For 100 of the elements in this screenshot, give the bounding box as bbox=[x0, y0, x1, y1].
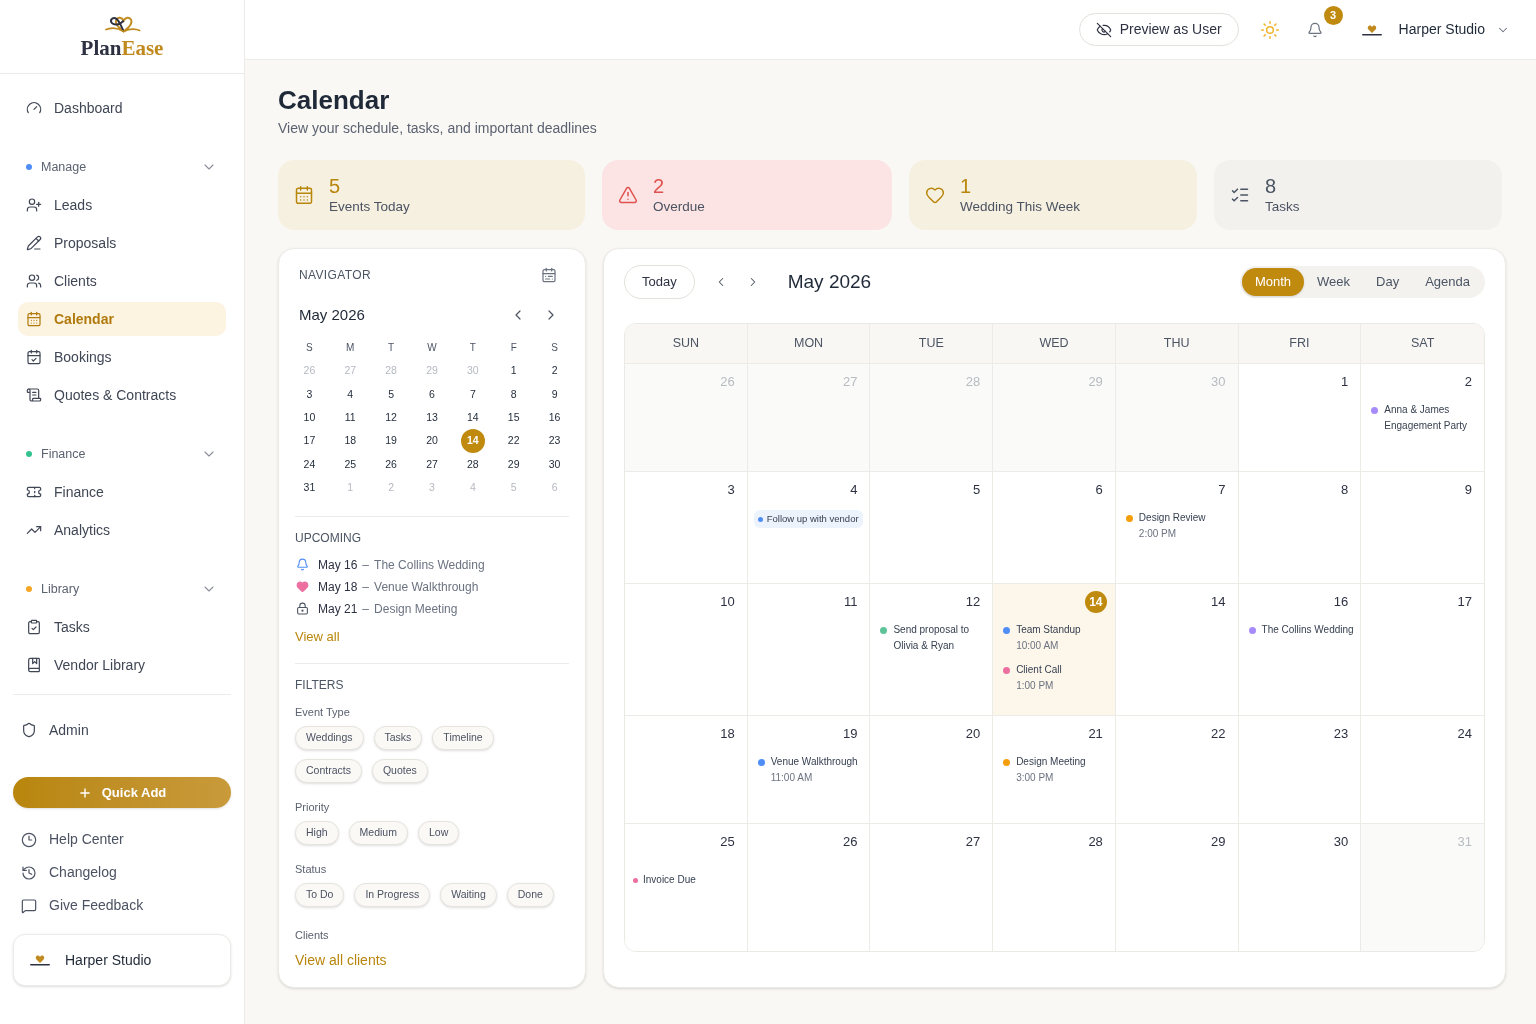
theme-toggle-button[interactable] bbox=[1259, 19, 1280, 40]
view-tab[interactable]: Agenda bbox=[1412, 268, 1483, 296]
calendar-day[interactable]: 27 bbox=[420, 452, 444, 477]
footer-link[interactable]: Give Feedback bbox=[13, 889, 231, 922]
event-title[interactable]: Design Meeting bbox=[1016, 754, 1086, 770]
calendar-day[interactable]: 29 bbox=[501, 452, 526, 477]
day-cell[interactable]: 14 Team Standup 10:00 AM Client Call 1:00 PM bbox=[993, 584, 1116, 716]
calendar-day[interactable]: 22 bbox=[501, 429, 526, 454]
event-chip[interactable]: Follow up with vendor bbox=[753, 510, 863, 528]
event-title[interactable]: Client Call bbox=[1016, 662, 1062, 678]
nav-item[interactable]: Dashboard bbox=[18, 91, 226, 125]
day-cell[interactable]: 20 bbox=[870, 716, 994, 824]
calendar-day[interactable]: 19 bbox=[379, 429, 404, 454]
day-cell[interactable]: 10 bbox=[625, 584, 748, 716]
day-cell[interactable]: 22 bbox=[1115, 716, 1239, 824]
day-cell[interactable]: 6 bbox=[993, 472, 1116, 584]
event-title[interactable]: Invoice Due bbox=[643, 872, 696, 888]
calendar-day[interactable]: 20 bbox=[420, 429, 444, 454]
day-cell[interactable]: 8 bbox=[1238, 472, 1362, 584]
section-header[interactable]: Finance bbox=[18, 442, 226, 466]
calendar-day[interactable]: 10 bbox=[297, 405, 322, 430]
event-title[interactable]: Design Review bbox=[1138, 510, 1206, 526]
filter-chip[interactable]: In Progress bbox=[354, 882, 431, 907]
filter-chip[interactable]: Low bbox=[417, 820, 460, 845]
day-cell[interactable]: 3 bbox=[625, 472, 748, 584]
day-cell[interactable]: 23 bbox=[1238, 716, 1362, 824]
upcoming-event[interactable]: May 21 – Design Meeting bbox=[318, 599, 458, 618]
section-header[interactable]: Library bbox=[18, 577, 226, 601]
footer-link[interactable]: Help Center bbox=[13, 823, 231, 856]
nav-item[interactable]: Admin bbox=[13, 713, 231, 747]
notifications-button[interactable] bbox=[1306, 21, 1323, 38]
calendar-day[interactable]: 15 bbox=[501, 405, 526, 430]
footer-link[interactable]: Changelog bbox=[13, 856, 231, 889]
nav-item[interactable]: Finance bbox=[18, 475, 226, 509]
event-title[interactable]: Team Standup bbox=[1016, 622, 1081, 638]
filter-chip[interactable]: Timeline bbox=[432, 725, 494, 750]
filter-chip[interactable]: To Do bbox=[295, 882, 345, 907]
calendar-day[interactable]: 6 bbox=[420, 382, 444, 407]
filter-chip[interactable]: Contracts bbox=[295, 758, 362, 783]
filter-chip[interactable]: Done bbox=[506, 882, 554, 907]
today-button[interactable]: Today bbox=[624, 265, 695, 299]
calendar-day[interactable]: 2 bbox=[542, 359, 567, 384]
calendar-day[interactable]: 7 bbox=[460, 382, 485, 407]
calendar-day[interactable]: 13 bbox=[420, 405, 444, 430]
day-cell[interactable]: 14 bbox=[1115, 584, 1239, 716]
view-tab[interactable]: Day bbox=[1363, 268, 1413, 296]
preview-button[interactable]: Preview as User bbox=[1078, 13, 1239, 46]
day-cell[interactable]: 25 Invoice Due bbox=[625, 824, 748, 951]
calendar-day[interactable]: 18 bbox=[338, 429, 363, 454]
day-cell[interactable]: 11 bbox=[747, 584, 871, 716]
day-cell[interactable]: 7 Design Review 2:00 PM bbox=[1115, 472, 1239, 584]
calendar-day[interactable]: 12 bbox=[379, 405, 404, 430]
calendar-day[interactable]: 30 bbox=[542, 452, 567, 477]
calendar-day[interactable]: 25 bbox=[338, 452, 363, 477]
day-cell[interactable]: 1 bbox=[1238, 364, 1362, 472]
filter-chip[interactable]: Waiting bbox=[440, 882, 497, 907]
calendar-day[interactable]: 11 bbox=[338, 405, 363, 430]
calendar-day[interactable]: 28 bbox=[460, 452, 485, 477]
filter-chip[interactable]: Quotes bbox=[371, 758, 428, 783]
calendar-day[interactable]: 17 bbox=[297, 429, 322, 454]
day-cell[interactable]: 21 Design Meeting 3:00 PM bbox=[993, 716, 1116, 824]
calendar-day[interactable]: 23 bbox=[542, 429, 567, 454]
calendar-day[interactable]: 14 bbox=[460, 405, 485, 430]
event-title[interactable]: The Collins Wedding bbox=[1261, 622, 1354, 638]
filter-chip[interactable]: Tasks bbox=[373, 725, 423, 750]
nav-item[interactable]: Analytics bbox=[18, 513, 226, 547]
calendar-day[interactable]: 26 bbox=[379, 452, 404, 477]
nav-item[interactable]: Leads bbox=[18, 188, 226, 222]
upcoming-event[interactable]: May 16 – The Collins Wedding bbox=[318, 555, 485, 574]
nav-item[interactable]: Bookings bbox=[18, 340, 226, 374]
day-cell[interactable]: 5 bbox=[870, 472, 994, 584]
calendar-day[interactable]: 8 bbox=[501, 382, 526, 407]
calendar-day[interactable]: 31 bbox=[297, 476, 322, 501]
day-cell[interactable]: 4 Follow up with vendor bbox=[747, 472, 871, 584]
nav-item[interactable]: Tasks bbox=[18, 610, 226, 644]
section-header[interactable]: Manage bbox=[18, 155, 226, 179]
day-cell[interactable]: 19 Venue Walkthrough 11:00 AM bbox=[747, 716, 871, 824]
event-title[interactable]: Venue Walkthrough bbox=[770, 754, 858, 770]
filter-chip[interactable]: High bbox=[295, 820, 339, 845]
filter-chip[interactable]: Medium bbox=[348, 820, 408, 845]
account-switcher[interactable]: Harper Studio bbox=[13, 934, 231, 986]
nav-item[interactable]: Vendor Library bbox=[18, 648, 226, 682]
upcoming-event[interactable]: May 18 – Venue Walkthrough bbox=[318, 577, 479, 596]
event-title[interactable]: Anna & James Engagement Party bbox=[1384, 402, 1478, 434]
account-menu-button[interactable]: Harper Studio bbox=[1360, 19, 1510, 40]
day-cell[interactable]: 12 Send proposal to Olivia & Ryan bbox=[870, 584, 994, 716]
filter-chip[interactable]: Weddings bbox=[295, 725, 364, 750]
day-cell[interactable]: 16 The Collins Wedding bbox=[1238, 584, 1362, 716]
calendar-day[interactable]: 4 bbox=[338, 382, 363, 407]
calendar-day[interactable]: 9 bbox=[542, 382, 567, 407]
calendar-icon[interactable] bbox=[541, 267, 557, 283]
calendar-day[interactable]: 3 bbox=[297, 382, 322, 407]
view-tab[interactable]: Week bbox=[1304, 268, 1364, 296]
nav-item[interactable]: Clients bbox=[18, 264, 226, 298]
nav-item[interactable]: Quotes & Contracts bbox=[18, 378, 226, 412]
calendar-day[interactable]: 1 bbox=[501, 359, 526, 384]
day-cell[interactable]: 18 bbox=[625, 716, 748, 824]
calendar-day[interactable]: 24 bbox=[297, 452, 322, 477]
calendar-day[interactable]: 5 bbox=[379, 382, 404, 407]
nav-item[interactable]: Proposals bbox=[18, 226, 226, 260]
